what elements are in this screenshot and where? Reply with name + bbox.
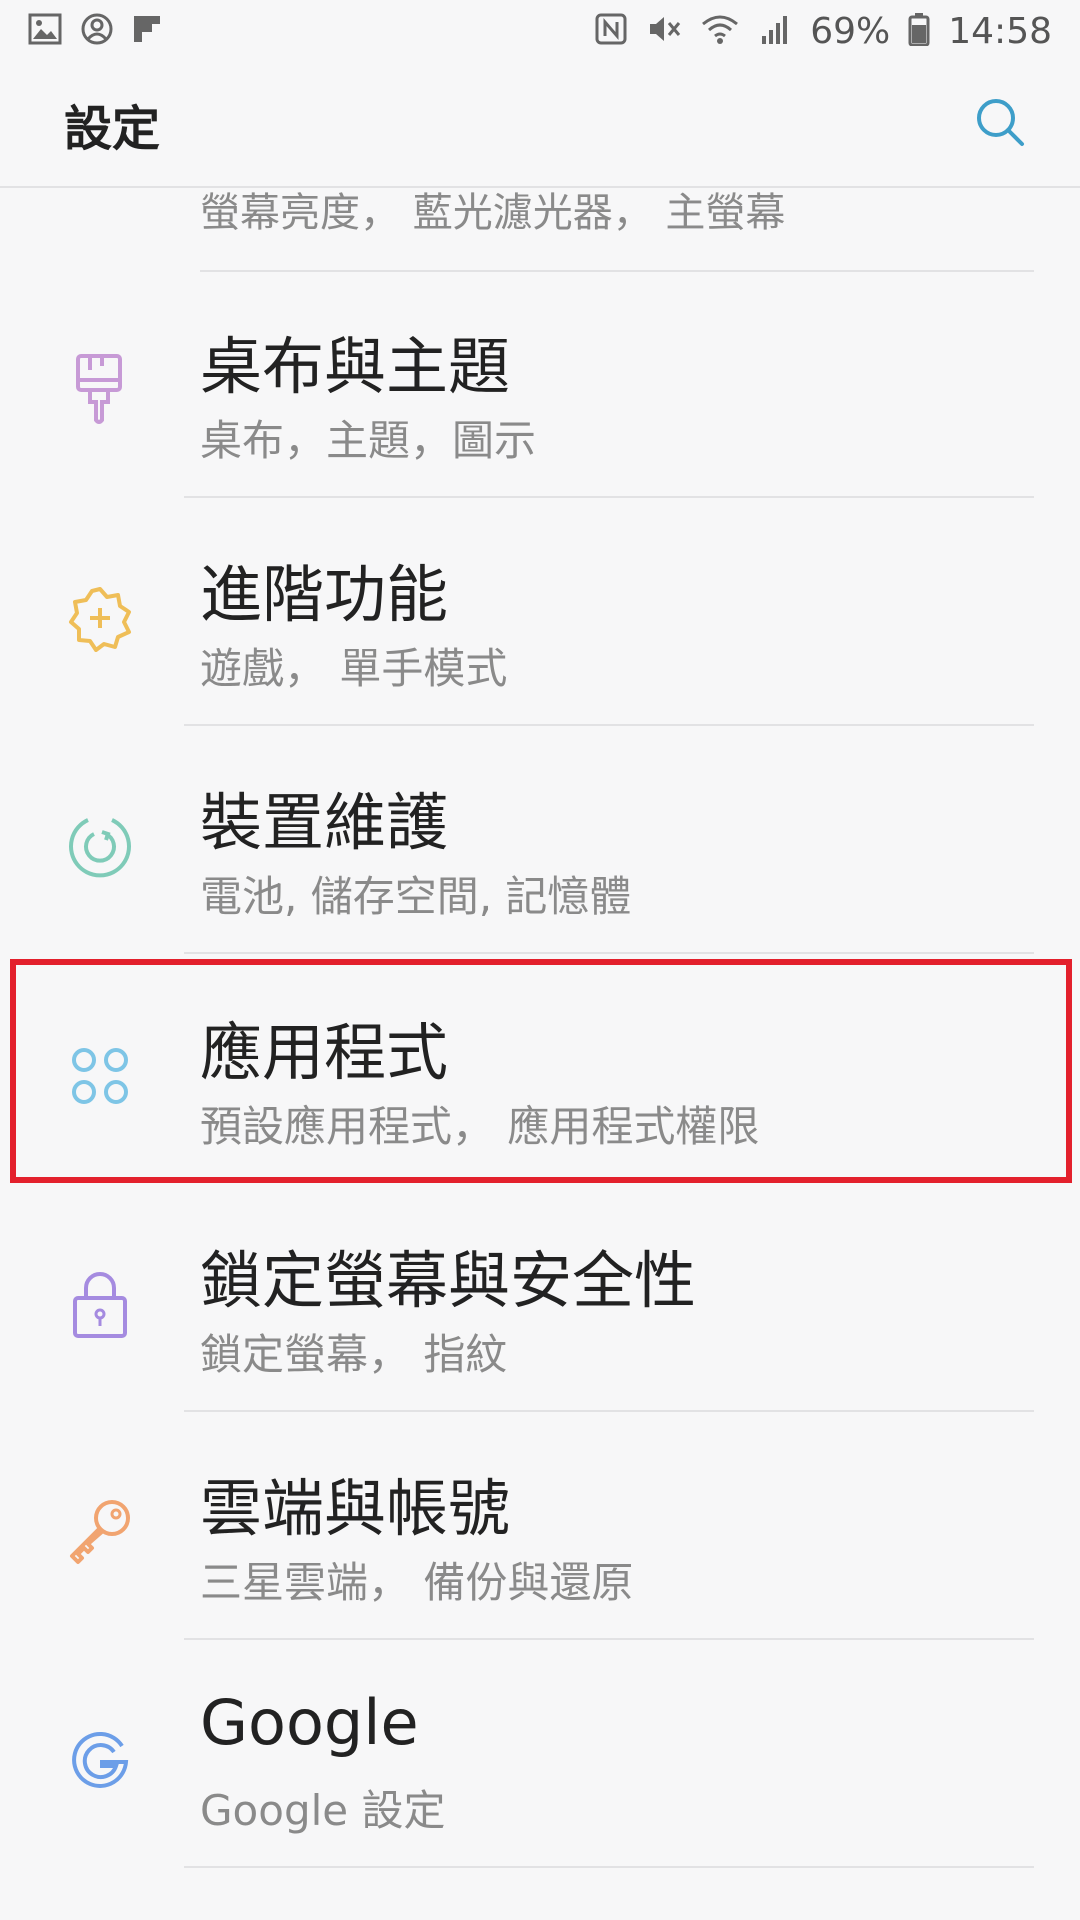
list-item-title: 鎖定螢幕與安全性 [200,1244,697,1317]
account-icon [80,12,114,50]
paintbrush-icon [62,352,138,428]
list-item-device-maintenance[interactable]: 裝置維護 電池, 儲存空間, 記憶體 [0,728,1080,954]
list-item-lock-screen-security[interactable]: 鎖定螢幕與安全性 鎖定螢幕， 指紋 [0,1186,1080,1412]
list-item-cloud-accounts[interactable]: 雲端與帳號 三星雲端， 備份與還原 [0,1414,1080,1640]
list-item-title: 應用程式 [200,1016,449,1089]
list-item-title: 桌布與主題 [200,330,511,403]
clock: 14:58 [948,10,1052,52]
status-bar: 69% 14:58 [0,0,1080,62]
list-item-title: 雲端與帳號 [200,1472,511,1545]
list-item-title: Google [200,1686,419,1759]
gallery-icon [28,12,62,50]
wifi-icon [700,12,740,50]
list-item-apps[interactable]: 應用程式 預設應用程式， 應用程式權限 [0,958,1080,1184]
mute-icon [646,12,682,50]
list-item-subtitle: 桌布，主題，圖示 [200,416,537,465]
google-icon [62,1722,138,1798]
key-icon [62,1494,138,1570]
list-item-subtitle: 三星雲端， 備份與還原 [200,1558,634,1607]
lock-icon [62,1266,138,1342]
divider [184,1866,1034,1868]
list-item-subtitle: 螢幕亮度， 藍光濾光器， 主螢幕 [200,190,786,236]
status-bar-right: 69% 14:58 [594,11,1052,52]
list-item-title: 進階功能 [200,558,449,631]
page-title: 設定 [64,101,161,157]
search-icon[interactable] [972,94,1028,154]
list-item-wallpapers-themes[interactable]: 桌布與主題 桌布，主題，圖示 [0,272,1080,498]
list-item-title: 裝置維護 [200,786,449,859]
battery-icon [908,12,930,50]
flipboard-icon [132,14,162,48]
divider [184,496,1034,498]
list-item-google[interactable]: Google Google 設定 [0,1642,1080,1868]
list-item-partial[interactable]: 螢幕亮度， 藍光濾光器， 主螢幕 [200,188,1034,272]
list-item-subtitle: Google 設定 [200,1786,446,1835]
list-item-advanced-features[interactable]: 進階功能 遊戲， 單手模式 [0,500,1080,726]
signal-icon [758,12,792,50]
settings-list: 螢幕亮度， 藍光濾光器， 主螢幕 桌布與主題 桌布，主題，圖示 進階功能 遊戲，… [0,188,1080,1920]
app-bar: 設定 [0,62,1080,188]
list-item-subtitle: 鎖定螢幕， 指紋 [200,1330,508,1379]
refresh-circle-icon [62,808,138,884]
list-item-subtitle: 遊戲， 單手模式 [200,644,508,693]
divider [184,952,1034,954]
divider [184,1410,1034,1412]
gear-plus-icon [62,580,138,656]
divider [184,724,1034,726]
nfc-icon [594,12,628,50]
apps-grid-icon [62,1038,138,1114]
battery-percent: 69% [810,10,891,52]
status-bar-left [28,12,162,50]
divider [184,1638,1034,1640]
list-item-subtitle: 電池, 儲存空間, 記憶體 [200,872,632,921]
list-item-subtitle: 預設應用程式， 應用程式權限 [200,1102,760,1151]
